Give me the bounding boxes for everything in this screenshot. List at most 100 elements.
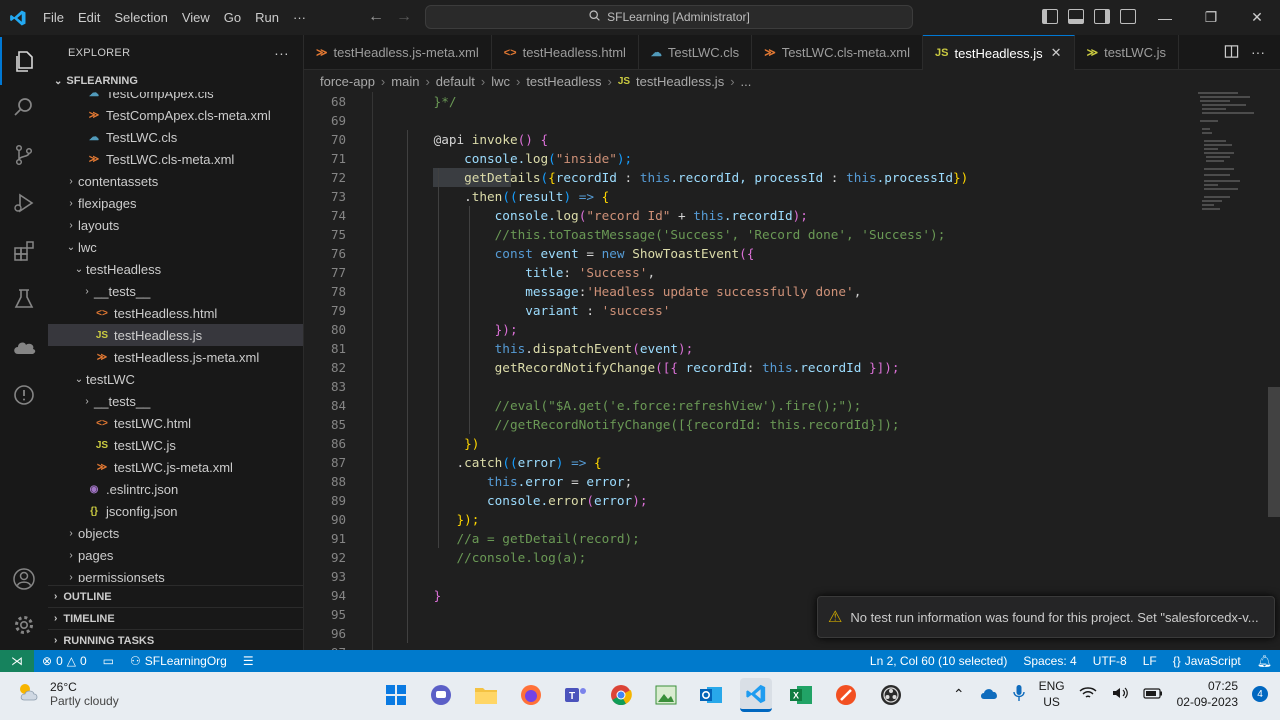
tasks-list[interactable]: ☰: [235, 654, 262, 668]
menu-item[interactable]: File: [36, 10, 71, 25]
extensions-icon[interactable]: [0, 227, 48, 275]
file-item[interactable]: ≫ testHeadless.js-meta.xml: [48, 346, 303, 368]
wifi-icon[interactable]: [1079, 686, 1097, 703]
minimize-icon[interactable]: —: [1142, 0, 1188, 35]
forward-arrow-icon[interactable]: →: [396, 8, 412, 26]
file-item[interactable]: ☁ TestLWC.cls: [48, 126, 303, 148]
image-editor-icon[interactable]: [650, 678, 682, 712]
breadcrumb-item[interactable]: testHeadless: [526, 74, 601, 89]
restore-icon[interactable]: ❐: [1188, 0, 1234, 35]
split-editor-icon[interactable]: [1224, 44, 1239, 62]
chrome-icon[interactable]: [605, 678, 637, 712]
code-line[interactable]: });: [403, 320, 518, 339]
show-hidden-icons-chevron-up-icon[interactable]: ⌃: [953, 686, 965, 703]
chat-icon[interactable]: [425, 678, 457, 712]
search-icon[interactable]: [0, 83, 48, 131]
file-item[interactable]: {} jsconfig.json: [48, 500, 303, 522]
file-item[interactable]: JS testLWC.js: [48, 434, 303, 456]
more-actions-icon[interactable]: ···: [1251, 44, 1265, 62]
folder-item[interactable]: › __tests__: [48, 280, 303, 302]
outlook-icon[interactable]: [695, 678, 727, 712]
folder-item[interactable]: › pages: [48, 544, 303, 566]
accounts-icon[interactable]: [0, 555, 48, 603]
problems-status[interactable]: ⊗ 0 △ 0: [34, 654, 95, 668]
folder-item[interactable]: › __tests__: [48, 390, 303, 412]
vscode-taskbar-icon[interactable]: [740, 678, 772, 712]
workspace-root[interactable]: ⌄ SFLEARNING: [48, 70, 303, 92]
code-line[interactable]: variant : 'success': [403, 301, 670, 320]
code-line[interactable]: console.error(error);: [403, 491, 647, 510]
breadcrumb-item[interactable]: default: [436, 74, 475, 89]
code-line[interactable]: console.log("record Id" + this.recordId)…: [403, 206, 808, 225]
code-line[interactable]: //getRecordNotifyChange([{recordId: this…: [403, 415, 900, 434]
menu-item[interactable]: Selection: [107, 10, 174, 25]
more-actions-icon[interactable]: ···: [274, 45, 289, 61]
explorer-icon[interactable]: [0, 37, 48, 85]
firefox-icon[interactable]: [515, 678, 547, 712]
breadcrumb-item[interactable]: lwc: [491, 74, 510, 89]
toggle-secondary-sidebar-icon[interactable]: [1094, 9, 1110, 24]
code-line[interactable]: }: [403, 586, 442, 605]
notifications-bell[interactable]: 🔔︎: [1249, 654, 1280, 668]
cursor-position[interactable]: Ln 2, Col 60 (10 selected): [862, 654, 1015, 668]
code-line[interactable]: //console.log(a);: [403, 548, 586, 567]
panel-toggle[interactable]: ▭: [95, 654, 122, 668]
editor-tab[interactable]: ☁ TestLWC.cls: [639, 35, 753, 70]
file-item[interactable]: <> testHeadless.html: [48, 302, 303, 324]
file-item[interactable]: JS testHeadless.js: [48, 324, 303, 346]
folder-item[interactable]: ⌄ lwc: [48, 236, 303, 258]
code-line[interactable]: getDetails({recordId : this.recordId, pr…: [403, 168, 968, 187]
problems-info-icon[interactable]: [0, 371, 48, 419]
breadcrumb-item[interactable]: testHeadless.js: [636, 74, 724, 89]
close-window-icon[interactable]: ✕: [1234, 0, 1280, 35]
file-item[interactable]: ◉ .eslintrc.json: [48, 478, 303, 500]
salesforce-cloud-icon[interactable]: [0, 323, 48, 371]
section-timeline[interactable]: › TIMELINE: [48, 607, 303, 629]
editor-tab[interactable]: ≫ testHeadless.js-meta.xml: [304, 35, 492, 70]
file-explorer-icon[interactable]: [470, 678, 502, 712]
manage-gear-icon[interactable]: [0, 601, 48, 649]
code-line[interactable]: message:'Headless update successfully do…: [403, 282, 861, 301]
system-clock[interactable]: 07:25 02-09-2023: [1177, 678, 1238, 710]
code-line[interactable]: .then((result) => {: [403, 187, 609, 206]
folder-item[interactable]: › objects: [48, 522, 303, 544]
code-line[interactable]: .catch((error) => {: [403, 453, 601, 472]
vertical-scrollbar[interactable]: [1268, 387, 1280, 517]
file-item[interactable]: ≫ TestCompApex.cls-meta.xml: [48, 104, 303, 126]
excel-icon[interactable]: X: [785, 678, 817, 712]
windows-start-icon[interactable]: [380, 678, 412, 712]
folder-item[interactable]: › contentassets: [48, 170, 303, 192]
toggle-primary-sidebar-icon[interactable]: [1042, 9, 1058, 24]
microphone-icon[interactable]: [1012, 684, 1025, 705]
code-line[interactable]: }*/: [403, 92, 457, 111]
file-item[interactable]: <> testLWC.html: [48, 412, 303, 434]
code-line[interactable]: //eval("$A.get('e.force:refreshView').fi…: [403, 396, 862, 415]
menu-item[interactable]: View: [175, 10, 217, 25]
notification-badge[interactable]: 4: [1252, 686, 1268, 702]
folder-item[interactable]: ⌄ testHeadless: [48, 258, 303, 280]
battery-icon[interactable]: [1143, 687, 1163, 702]
code-line[interactable]: const event = new ShowToastEvent({: [403, 244, 755, 263]
breadcrumb-item[interactable]: main: [391, 74, 419, 89]
folder-item[interactable]: › layouts: [48, 214, 303, 236]
code-editor[interactable]: 68 69 70 71 72 73 74 75 76 77 78 79 80 81 82 83 84 85 86 87…: [304, 92, 1280, 650]
section-running-tasks[interactable]: › RUNNING TASKS: [48, 629, 303, 651]
code-line[interactable]: getRecordNotifyChange([{ recordId: this.…: [403, 358, 900, 377]
file-item[interactable]: ☁ TestCompApex.cls: [48, 92, 303, 104]
remote-indicator[interactable]: ⋊: [0, 650, 34, 672]
volume-icon[interactable]: [1111, 686, 1129, 703]
code-line[interactable]: this.dispatchEvent(event);: [403, 339, 694, 358]
obs-icon[interactable]: [875, 678, 907, 712]
menu-item[interactable]: Edit: [71, 10, 107, 25]
code-line[interactable]: console.log("inside");: [403, 149, 632, 168]
testing-icon[interactable]: [0, 275, 48, 323]
folder-item[interactable]: › permissionsets: [48, 566, 303, 583]
encoding[interactable]: UTF-8: [1085, 654, 1135, 668]
minimap[interactable]: [1196, 92, 1266, 222]
end-of-line[interactable]: LF: [1135, 654, 1165, 668]
source-control-icon[interactable]: [0, 131, 48, 179]
folder-item[interactable]: ⌄ testLWC: [48, 368, 303, 390]
run-and-debug-icon[interactable]: [0, 179, 48, 227]
paint-icon[interactable]: [830, 678, 862, 712]
folder-item[interactable]: › flexipages: [48, 192, 303, 214]
